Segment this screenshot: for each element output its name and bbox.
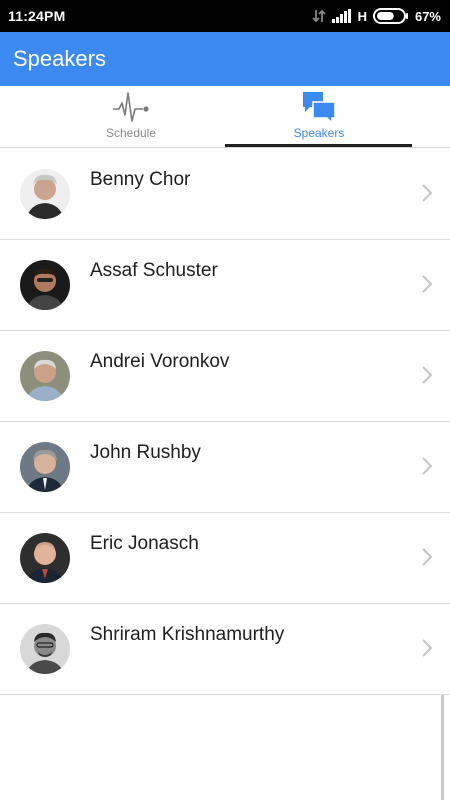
speaker-name: Assaf Schuster <box>90 260 218 281</box>
list-item[interactable]: Eric Jonasch <box>0 513 450 604</box>
status-bar: 11:24PM H 67% <box>0 0 450 32</box>
avatar <box>20 260 70 310</box>
list-item[interactable]: Assaf Schuster <box>0 240 450 331</box>
list-item[interactable]: Shriram Krishnamurthy <box>0 604 450 695</box>
battery-icon <box>372 8 409 24</box>
tab-schedule[interactable]: Schedule <box>37 86 225 146</box>
chevron-right-icon <box>422 548 433 566</box>
chat-bubbles-icon <box>301 90 337 124</box>
tab-selected-indicator <box>225 144 412 147</box>
data-transfer-icon <box>311 9 326 23</box>
avatar <box>20 624 70 674</box>
signal-icon <box>331 9 352 23</box>
speaker-name: Benny Chor <box>90 169 191 190</box>
chevron-right-icon <box>422 184 433 202</box>
list-item[interactable]: John Rushby <box>0 422 450 513</box>
app-bar: Speakers <box>0 32 450 86</box>
speaker-list: Benny Chor Assaf Schuster Andrei Voronko… <box>0 149 450 695</box>
speaker-name: John Rushby <box>90 442 201 463</box>
list-item[interactable]: Benny Chor <box>0 149 450 240</box>
speaker-name: Eric Jonasch <box>90 533 199 554</box>
status-time: 11:24PM <box>8 8 66 24</box>
pulse-icon <box>111 90 151 124</box>
page-title: Speakers <box>13 46 106 71</box>
tab-speakers[interactable]: Speakers <box>225 86 413 146</box>
tab-bar: Schedule Speakers <box>0 86 450 148</box>
scrollbar[interactable] <box>441 695 444 800</box>
speaker-name: Andrei Voronkov <box>90 351 230 372</box>
tab-schedule-label: Schedule <box>105 126 157 140</box>
avatar <box>20 169 70 219</box>
battery-percent: 67% <box>414 8 441 24</box>
avatar <box>20 442 70 492</box>
chevron-right-icon <box>422 366 433 384</box>
chevron-right-icon <box>422 457 433 475</box>
speaker-name: Shriram Krishnamurthy <box>90 624 285 645</box>
chevron-right-icon <box>422 639 433 657</box>
tab-speakers-label: Speakers <box>293 126 345 140</box>
avatar <box>20 351 70 401</box>
chevron-right-icon <box>422 275 433 293</box>
status-icons: H 67% <box>311 8 441 24</box>
list-item[interactable]: Andrei Voronkov <box>0 331 450 422</box>
network-type: H <box>357 8 367 24</box>
avatar <box>20 533 70 583</box>
